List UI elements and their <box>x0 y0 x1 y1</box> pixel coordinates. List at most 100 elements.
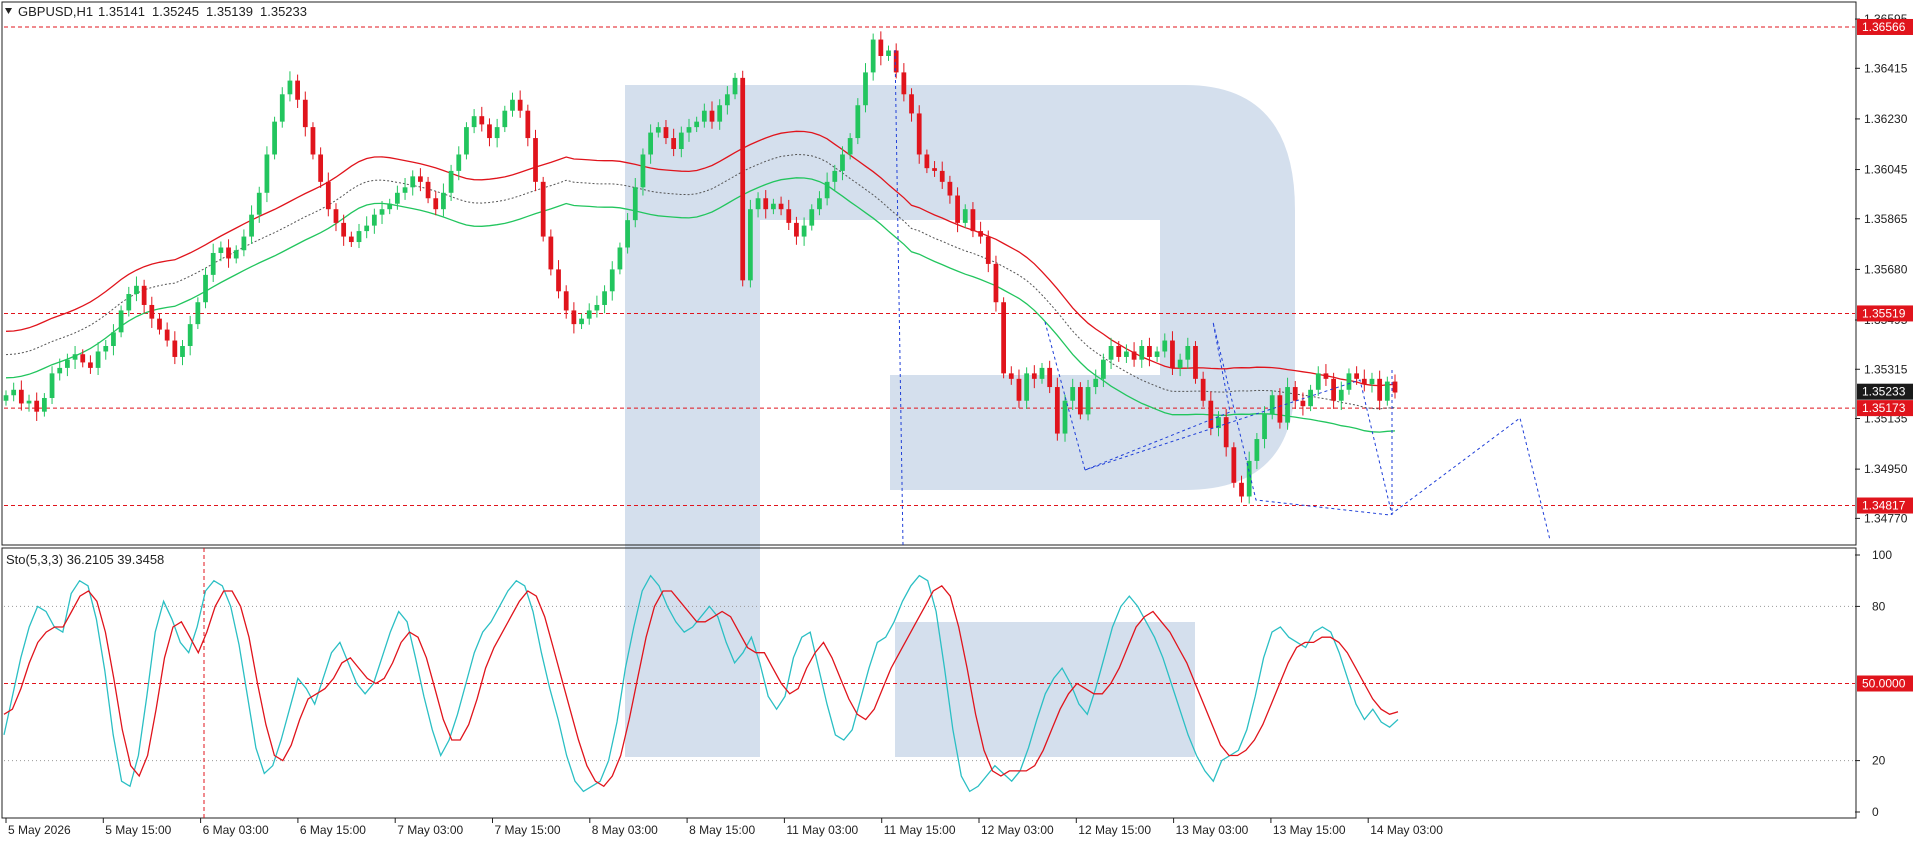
candle-body <box>955 195 960 223</box>
candle-body <box>1139 346 1145 360</box>
candle-body <box>134 285 139 295</box>
candle-body <box>241 236 247 251</box>
candle-body <box>65 359 70 368</box>
candle-body <box>126 294 132 311</box>
candle <box>1193 341 1198 384</box>
candle-body <box>387 203 393 210</box>
candle-body <box>49 373 55 398</box>
candle-body <box>1239 482 1244 497</box>
candle-body <box>180 346 185 357</box>
candle-body <box>763 198 769 210</box>
candle-body <box>371 214 377 226</box>
x-tick-label: 14 May 03:00 <box>1370 823 1443 837</box>
candle-body <box>701 110 707 122</box>
candle-body <box>226 247 231 259</box>
candle-body <box>1093 378 1099 388</box>
candle-body <box>840 154 845 171</box>
candle <box>1231 442 1237 488</box>
candle-body <box>648 132 653 155</box>
candle-body <box>640 154 646 188</box>
price-chart[interactable]: 1.365951.364151.362301.360451.358651.356… <box>0 0 1916 840</box>
candle-body <box>1131 351 1137 360</box>
x-tick-label: 6 May 15:00 <box>300 823 366 837</box>
candle-body <box>441 192 446 210</box>
symbol-title: GBPUSD,H1 <box>18 4 93 19</box>
candle-body <box>1300 400 1306 407</box>
candle-body <box>1338 389 1344 401</box>
candle-body <box>847 138 853 155</box>
candle-body <box>1277 395 1283 423</box>
candle-body <box>1047 367 1053 388</box>
x-tick-label: 7 May 03:00 <box>397 823 463 837</box>
candle-body <box>932 168 937 171</box>
candle-body <box>502 110 508 128</box>
candle-body <box>947 181 953 196</box>
x-tick-label: 13 May 15:00 <box>1273 823 1346 837</box>
x-tick-label: 5 May 2026 <box>8 823 71 837</box>
candle-body <box>1392 381 1398 393</box>
symbol-header[interactable]: GBPUSD,H1 1.35141 1.35245 1.35139 1.3523… <box>5 4 307 19</box>
candle-body <box>1031 373 1037 379</box>
candle-body <box>1162 340 1168 352</box>
candle-body <box>279 94 285 122</box>
candle-body <box>218 247 224 253</box>
candle-body <box>118 310 124 333</box>
y-tick-label: 1.36415 <box>1864 61 1908 75</box>
candle-body <box>525 110 531 139</box>
candle-body <box>402 187 408 193</box>
candle-body <box>1124 351 1129 357</box>
level-price-tag-label: 1.35173 <box>1862 401 1906 415</box>
candle-body <box>249 214 254 237</box>
candle-body <box>632 187 638 221</box>
candle <box>464 122 469 160</box>
candle <box>1077 382 1083 420</box>
stoch-y-tick-label: 20 <box>1872 754 1886 768</box>
candle-body <box>978 231 983 237</box>
candle-body <box>1016 378 1022 401</box>
candle-body <box>364 225 370 232</box>
candle <box>1001 297 1007 379</box>
candle-body <box>379 209 385 215</box>
candle-body <box>548 236 554 270</box>
candle-body <box>556 269 561 292</box>
candle-body <box>778 203 784 210</box>
candle-body <box>870 39 876 73</box>
candle-body <box>924 154 930 169</box>
candle-body <box>594 304 600 311</box>
candle-body <box>287 80 293 95</box>
candle <box>540 176 546 242</box>
candle-body <box>464 127 469 155</box>
candle-body <box>448 170 454 193</box>
candle-body <box>1101 359 1106 379</box>
candle-body <box>1315 373 1321 390</box>
ohlc-low: 1.35139 <box>206 4 253 19</box>
candle-body <box>1116 346 1122 357</box>
candle-body <box>425 181 431 199</box>
candle-body <box>1269 395 1275 415</box>
candle-body <box>1377 378 1383 401</box>
level-price-tag-label: 1.35519 <box>1862 306 1906 320</box>
candle-body <box>1077 387 1083 415</box>
candle-body <box>1254 439 1260 461</box>
candle-body <box>617 247 623 270</box>
candle-body <box>1154 351 1160 357</box>
candle-body <box>1177 359 1183 368</box>
candle-body <box>433 198 439 210</box>
x-tick-label: 5 May 15:00 <box>105 823 171 837</box>
candle-body <box>1039 367 1045 379</box>
candle-body <box>748 209 753 281</box>
candle-body <box>1085 387 1091 415</box>
candle-body <box>740 77 746 281</box>
x-tick-label: 11 May 03:00 <box>786 823 858 837</box>
candle-body <box>801 225 807 237</box>
ohlc-open: 1.35141 <box>98 4 145 19</box>
candle-body <box>103 346 109 352</box>
candle-body <box>164 329 170 341</box>
candle-body <box>863 72 868 106</box>
candle-body <box>141 285 147 305</box>
candle-body <box>295 80 300 100</box>
candle <box>1054 377 1060 441</box>
candle-body <box>510 99 515 111</box>
stoch-level-tag-label: 50.0000 <box>1862 677 1906 691</box>
candle-body <box>771 203 776 210</box>
